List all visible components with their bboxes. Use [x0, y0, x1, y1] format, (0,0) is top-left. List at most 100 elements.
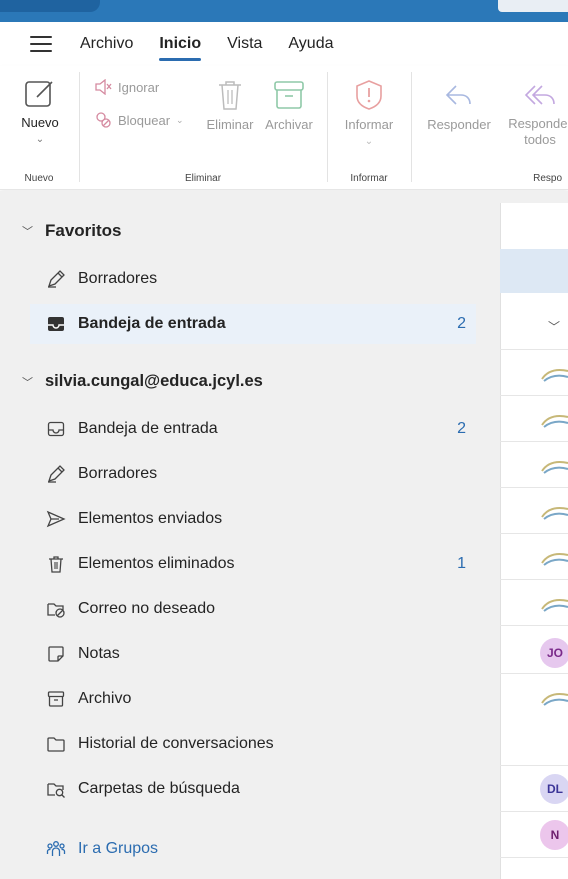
sender-avatar-image[interactable]	[540, 501, 568, 523]
go-to-groups-link[interactable]: Ir a Grupos	[46, 829, 476, 869]
sidebar-item-elementos-eliminados[interactable]: Elementos eliminados 1	[46, 544, 476, 584]
trash-icon	[219, 81, 241, 110]
row-divider	[500, 857, 568, 858]
archive-icon	[274, 81, 304, 109]
folder-label: Archivo	[78, 690, 132, 707]
block-label: Bloquear	[118, 112, 171, 128]
sidebar-item-historial[interactable]: Historial de conversaciones	[46, 724, 476, 764]
sender-avatar[interactable]: JO	[540, 638, 568, 668]
group-label-nuevo: Nuevo	[24, 173, 54, 184]
row-divider	[500, 349, 568, 350]
folder-label: Borradores	[78, 270, 158, 287]
folder-label: Correo no deseado	[78, 600, 215, 617]
account-email: silvia.cungal@educa.jcyl.es	[45, 372, 263, 390]
archive-icon	[46, 689, 66, 709]
sender-avatar-image[interactable]	[540, 547, 568, 569]
inbox-icon	[46, 419, 66, 439]
report-button[interactable]: Informar ⌄	[336, 78, 402, 147]
ribbon-group-eliminar: Ignorar Bloquear ⌄ Eliminar Archivar Eli…	[80, 66, 326, 190]
search-folder-icon	[46, 779, 66, 799]
ignore-button[interactable]: Ignorar	[94, 79, 159, 95]
compose-icon	[25, 81, 53, 107]
block-icon	[96, 112, 111, 128]
folder-label: Bandeja de entrada	[78, 315, 226, 332]
archive-label: Archivar	[265, 117, 313, 132]
sidebar-item-archivo[interactable]: Archivo	[46, 679, 476, 719]
reply-label: Responder	[427, 117, 491, 132]
unread-count: 1	[457, 555, 466, 572]
shield-alert-icon	[356, 80, 382, 110]
folder-pane: ﹀ Favoritos Borradores Bandeja de entrad…	[0, 191, 500, 879]
sender-avatar[interactable]: N	[540, 820, 568, 850]
delete-button[interactable]: Eliminar	[200, 78, 260, 134]
tab-inicio[interactable]: Inicio	[159, 29, 201, 61]
chevron-down-icon[interactable]: ﹀	[22, 374, 33, 390]
chevron-down-icon[interactable]: ⌄	[176, 115, 184, 126]
folder-label: Elementos enviados	[78, 510, 223, 527]
ribbon: Nuevo ⌄ Nuevo Ignorar Bloquear ⌄ Elimina…	[0, 66, 568, 190]
drafts-icon	[46, 269, 66, 289]
sidebar-item-favoritos-borradores[interactable]: Borradores	[46, 259, 476, 299]
sent-icon	[46, 509, 66, 529]
sender-avatar-image[interactable]	[540, 363, 568, 385]
sidebar-item-favoritos-bandeja[interactable]: Bandeja de entrada 2	[30, 304, 476, 344]
chevron-down-icon[interactable]: ⌄	[12, 134, 68, 145]
folder-label: Carpetas de búsqueda	[78, 780, 240, 797]
sender-avatar-image[interactable]	[540, 409, 568, 431]
chevron-down-icon[interactable]: ⌄	[336, 136, 402, 147]
row-divider	[500, 625, 568, 626]
ribbon-group-responder: Responder Responder todos Respo	[412, 66, 568, 190]
row-divider	[500, 673, 568, 674]
reply-icon	[445, 85, 471, 105]
search-box[interactable]	[498, 0, 568, 12]
report-label: Informar	[344, 117, 394, 132]
ribbon-group-nuevo: Nuevo ⌄ Nuevo	[0, 66, 78, 190]
unread-count: 2	[457, 315, 466, 332]
sidebar-item-carpetas-busqueda[interactable]: Carpetas de búsqueda	[46, 769, 476, 809]
sidebar-item-correo-no-deseado[interactable]: Correo no deseado	[46, 589, 476, 629]
account-header[interactable]: ﹀ silvia.cungal@educa.jcyl.es	[22, 372, 263, 391]
new-mail-button[interactable]: Nuevo ⌄	[12, 76, 68, 145]
favorites-header[interactable]: ﹀ Favoritos	[22, 221, 122, 241]
junk-icon	[46, 599, 66, 619]
hamburger-menu-icon[interactable]	[30, 36, 52, 52]
folder-label: Historial de conversaciones	[78, 735, 274, 752]
sidebar-item-notas[interactable]: Notas	[46, 634, 476, 674]
row-divider	[500, 811, 568, 812]
delete-label: Eliminar	[206, 117, 254, 132]
ignore-icon	[95, 79, 112, 95]
reply-all-label: Responder todos	[508, 116, 568, 147]
sender-avatar-image[interactable]	[540, 455, 568, 477]
sidebar-item-elementos-enviados[interactable]: Elementos enviados	[46, 499, 476, 539]
app-logo	[0, 0, 100, 12]
row-divider	[500, 441, 568, 442]
sender-avatar[interactable]: DL	[540, 774, 568, 804]
reply-button[interactable]: Responder	[422, 78, 496, 134]
tab-ayuda[interactable]: Ayuda	[288, 29, 333, 59]
sidebar-item-bandeja-de-entrada[interactable]: Bandeja de entrada 2	[46, 409, 476, 449]
row-divider	[500, 765, 568, 766]
sidebar-item-borradores[interactable]: Borradores	[46, 454, 476, 494]
tab-archivo[interactable]: Archivo	[80, 29, 133, 59]
tab-vista[interactable]: Vista	[227, 29, 262, 59]
row-divider	[500, 487, 568, 488]
message-list: ﹀ JO DL N	[500, 191, 568, 879]
sender-avatar-image[interactable]	[540, 593, 568, 615]
chevron-down-icon[interactable]: ﹀	[548, 318, 560, 335]
folder-label: Notas	[78, 645, 120, 662]
archive-button[interactable]: Archivar	[258, 78, 320, 134]
folder-label: Elementos eliminados	[78, 555, 235, 572]
groups-link-label: Ir a Grupos	[78, 840, 159, 857]
notes-icon	[46, 644, 66, 664]
chevron-down-icon[interactable]: ﹀	[22, 223, 33, 239]
message-list-header	[500, 249, 568, 293]
group-label-responder: Respo	[533, 173, 562, 184]
reply-all-button[interactable]: Responder todos	[498, 78, 568, 148]
favorites-label: Favoritos	[45, 221, 122, 240]
sender-avatar-image[interactable]	[540, 687, 568, 709]
menu-bar: Archivo Inicio Vista Ayuda	[0, 22, 568, 66]
app-title-bar	[0, 0, 568, 22]
block-button[interactable]: Bloquear ⌄	[94, 111, 184, 129]
drafts-icon	[46, 464, 66, 484]
folder-label: Borradores	[78, 465, 158, 482]
